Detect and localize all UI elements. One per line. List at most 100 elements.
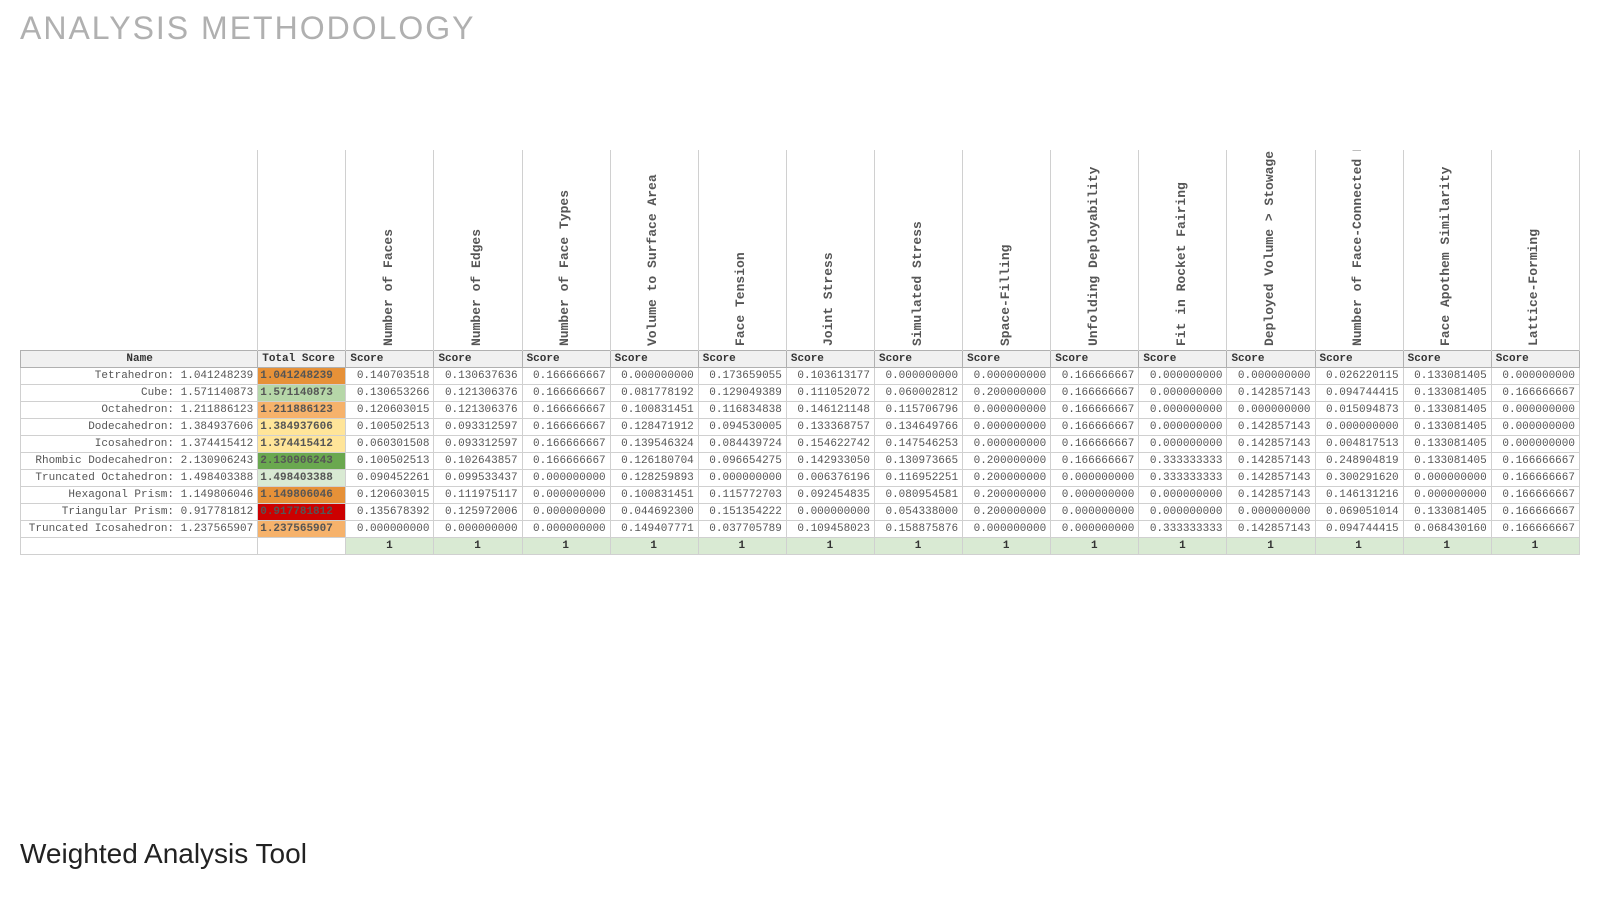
cell-7-8[interactable]: 0.000000000 [1051,486,1139,503]
cell-5-10[interactable]: 0.142857143 [1227,452,1315,469]
cell-0-3[interactable]: 0.000000000 [610,367,698,384]
weight-3[interactable]: 1 [610,537,698,554]
cell-0-8[interactable]: 0.166666667 [1051,367,1139,384]
cell-1-2[interactable]: 0.166666667 [522,384,610,401]
weight-4[interactable]: 1 [698,537,786,554]
cell-0-7[interactable]: 0.000000000 [963,367,1051,384]
cell-4-7[interactable]: 0.000000000 [963,435,1051,452]
cell-1-8[interactable]: 0.166666667 [1051,384,1139,401]
cell-0-11[interactable]: 0.026220115 [1315,367,1403,384]
cell-6-7[interactable]: 0.200000000 [963,469,1051,486]
weight-6[interactable]: 1 [875,537,963,554]
weight-12[interactable]: 1 [1403,537,1491,554]
cell-4-13[interactable]: 0.000000000 [1491,435,1579,452]
cell-6-13[interactable]: 0.166666667 [1491,469,1579,486]
cell-8-4[interactable]: 0.151354222 [698,503,786,520]
cell-5-6[interactable]: 0.130973665 [875,452,963,469]
cell-9-13[interactable]: 0.166666667 [1491,520,1579,537]
weight-0[interactable]: 1 [346,537,434,554]
cell-8-10[interactable]: 0.000000000 [1227,503,1315,520]
cell-3-13[interactable]: 0.000000000 [1491,418,1579,435]
cell-0-10[interactable]: 0.000000000 [1227,367,1315,384]
cell-6-12[interactable]: 0.000000000 [1403,469,1491,486]
cell-8-12[interactable]: 0.133081405 [1403,503,1491,520]
cell-2-5[interactable]: 0.146121148 [786,401,874,418]
cell-5-11[interactable]: 0.248904819 [1315,452,1403,469]
cell-7-1[interactable]: 0.111975117 [434,486,522,503]
cell-7-12[interactable]: 0.000000000 [1403,486,1491,503]
cell-3-0[interactable]: 0.100502513 [346,418,434,435]
cell-8-3[interactable]: 0.044692300 [610,503,698,520]
cell-7-7[interactable]: 0.200000000 [963,486,1051,503]
cell-1-13[interactable]: 0.166666667 [1491,384,1579,401]
cell-8-1[interactable]: 0.125972006 [434,503,522,520]
cell-3-5[interactable]: 0.133368757 [786,418,874,435]
cell-5-2[interactable]: 0.166666667 [522,452,610,469]
cell-4-2[interactable]: 0.166666667 [522,435,610,452]
cell-6-3[interactable]: 0.128259893 [610,469,698,486]
cell-1-3[interactable]: 0.081778192 [610,384,698,401]
cell-7-13[interactable]: 0.166666667 [1491,486,1579,503]
cell-4-0[interactable]: 0.060301508 [346,435,434,452]
cell-1-4[interactable]: 0.129049389 [698,384,786,401]
weight-5[interactable]: 1 [786,537,874,554]
cell-2-11[interactable]: 0.015094873 [1315,401,1403,418]
cell-2-0[interactable]: 0.120603015 [346,401,434,418]
weight-1[interactable]: 1 [434,537,522,554]
cell-1-0[interactable]: 0.130653266 [346,384,434,401]
cell-0-1[interactable]: 0.130637636 [434,367,522,384]
cell-0-0[interactable]: 0.140703518 [346,367,434,384]
cell-8-11[interactable]: 0.069051014 [1315,503,1403,520]
cell-5-12[interactable]: 0.133081405 [1403,452,1491,469]
cell-9-6[interactable]: 0.158875876 [875,520,963,537]
cell-2-9[interactable]: 0.000000000 [1139,401,1227,418]
cell-0-13[interactable]: 0.000000000 [1491,367,1579,384]
cell-0-12[interactable]: 0.133081405 [1403,367,1491,384]
cell-2-8[interactable]: 0.166666667 [1051,401,1139,418]
cell-3-2[interactable]: 0.166666667 [522,418,610,435]
cell-3-6[interactable]: 0.134649766 [875,418,963,435]
cell-4-6[interactable]: 0.147546253 [875,435,963,452]
cell-8-2[interactable]: 0.000000000 [522,503,610,520]
cell-9-7[interactable]: 0.000000000 [963,520,1051,537]
cell-1-7[interactable]: 0.200000000 [963,384,1051,401]
cell-5-9[interactable]: 0.333333333 [1139,452,1227,469]
cell-2-1[interactable]: 0.121306376 [434,401,522,418]
cell-2-7[interactable]: 0.000000000 [963,401,1051,418]
cell-0-6[interactable]: 0.000000000 [875,367,963,384]
cell-7-6[interactable]: 0.080954581 [875,486,963,503]
cell-8-7[interactable]: 0.200000000 [963,503,1051,520]
cell-6-10[interactable]: 0.142857143 [1227,469,1315,486]
cell-7-9[interactable]: 0.000000000 [1139,486,1227,503]
cell-2-10[interactable]: 0.000000000 [1227,401,1315,418]
weight-7[interactable]: 1 [963,537,1051,554]
cell-2-4[interactable]: 0.116834838 [698,401,786,418]
cell-3-9[interactable]: 0.000000000 [1139,418,1227,435]
cell-0-4[interactable]: 0.173659055 [698,367,786,384]
cell-0-9[interactable]: 0.000000000 [1139,367,1227,384]
cell-1-6[interactable]: 0.060002812 [875,384,963,401]
cell-9-5[interactable]: 0.109458023 [786,520,874,537]
cell-6-9[interactable]: 0.333333333 [1139,469,1227,486]
cell-4-1[interactable]: 0.093312597 [434,435,522,452]
weight-8[interactable]: 1 [1051,537,1139,554]
cell-1-9[interactable]: 0.000000000 [1139,384,1227,401]
cell-2-12[interactable]: 0.133081405 [1403,401,1491,418]
cell-2-2[interactable]: 0.166666667 [522,401,610,418]
cell-9-12[interactable]: 0.068430160 [1403,520,1491,537]
cell-7-2[interactable]: 0.000000000 [522,486,610,503]
cell-5-3[interactable]: 0.126180704 [610,452,698,469]
weight-11[interactable]: 1 [1315,537,1403,554]
cell-5-13[interactable]: 0.166666667 [1491,452,1579,469]
cell-2-3[interactable]: 0.100831451 [610,401,698,418]
cell-3-12[interactable]: 0.133081405 [1403,418,1491,435]
cell-8-13[interactable]: 0.166666667 [1491,503,1579,520]
cell-5-1[interactable]: 0.102643857 [434,452,522,469]
cell-4-9[interactable]: 0.000000000 [1139,435,1227,452]
cell-0-2[interactable]: 0.166666667 [522,367,610,384]
cell-7-0[interactable]: 0.120603015 [346,486,434,503]
cell-1-1[interactable]: 0.121306376 [434,384,522,401]
weight-9[interactable]: 1 [1139,537,1227,554]
cell-5-7[interactable]: 0.200000000 [963,452,1051,469]
cell-4-5[interactable]: 0.154622742 [786,435,874,452]
